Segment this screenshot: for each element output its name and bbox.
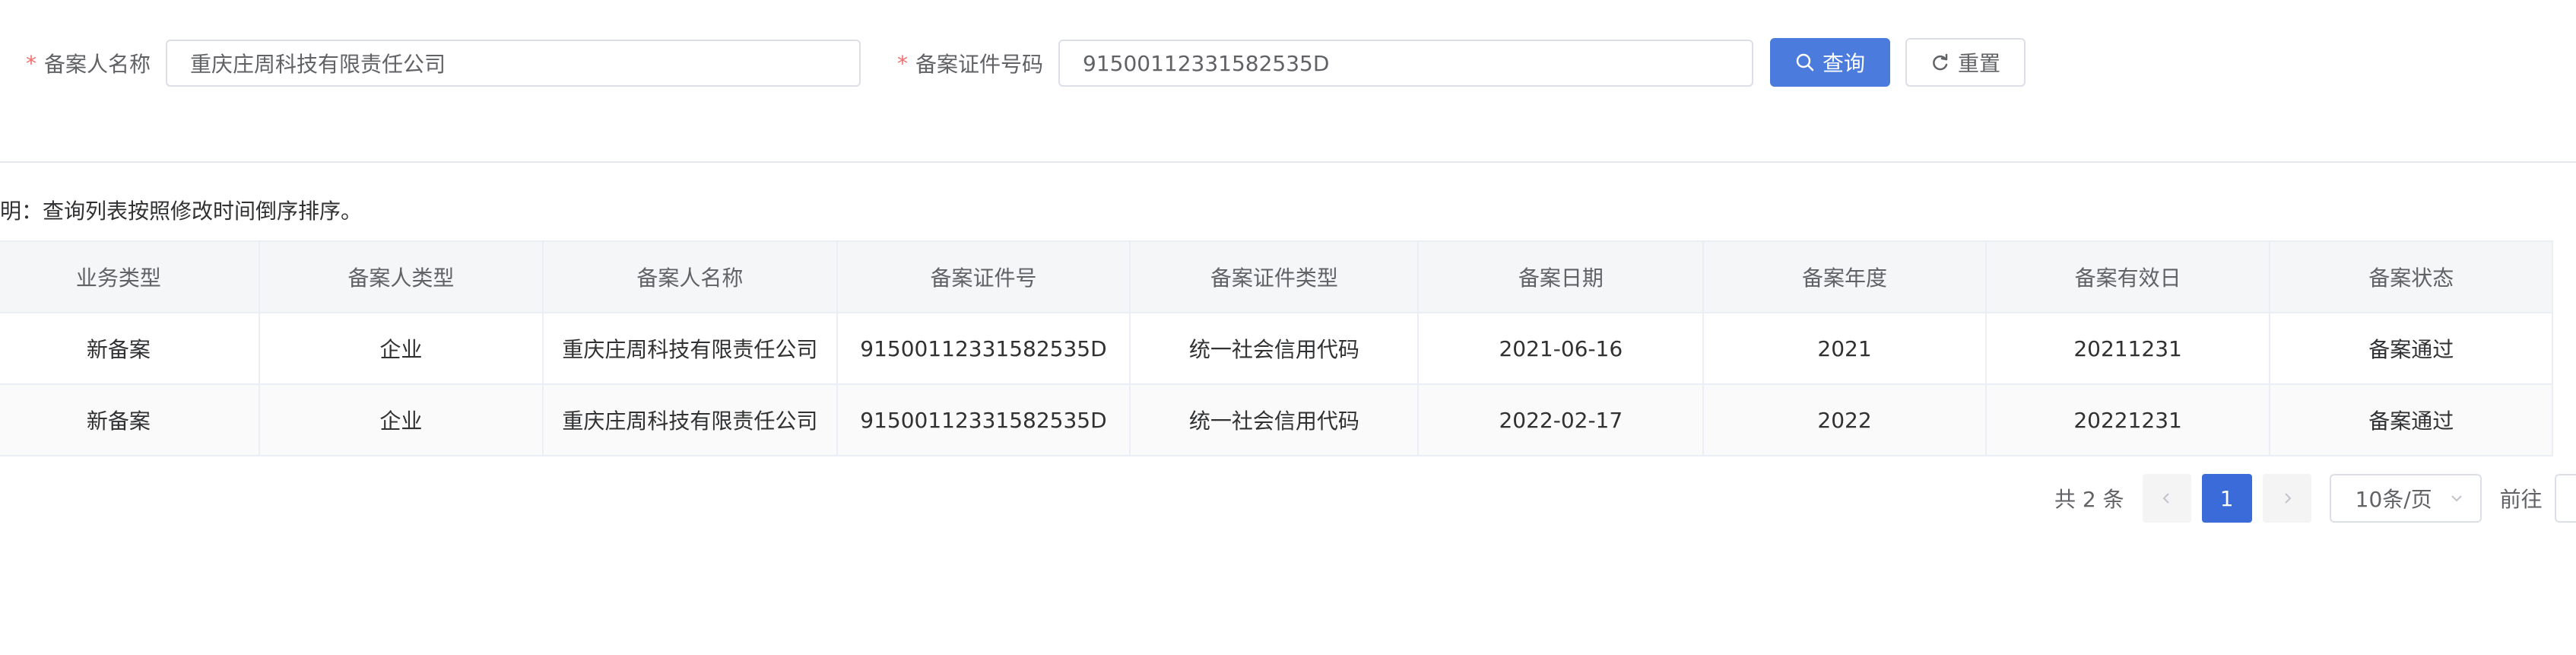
table-cell: 统一社会信用代码 <box>1129 312 1420 385</box>
table-cell: 备案通过 <box>2269 383 2553 456</box>
section-divider <box>0 161 2576 163</box>
name-label-text: 备案人名称 <box>44 52 151 77</box>
cert-label-text: 备案证件号码 <box>915 52 1044 77</box>
refresh-icon <box>1933 53 1948 71</box>
required-mark: * <box>897 50 908 76</box>
table-cell: 新备案 <box>0 383 260 456</box>
name-input[interactable]: 重庆庄周科技有限责任公司 <box>166 40 861 87</box>
search-icon <box>1796 53 1814 72</box>
table-cell: 企业 <box>258 312 544 385</box>
column-header[interactable]: 备案日期 <box>1417 240 1705 313</box>
table-header-row: 业务类型 备案人类型 备案人名称 备案证件号 备案证件类型 备案日期 备案年度 … <box>0 240 2553 313</box>
page-size-value: 10条/页 <box>2355 487 2432 512</box>
total-count: 共 2 条 <box>2054 487 2124 512</box>
table-cell: 2021-06-16 <box>1417 312 1705 385</box>
column-header[interactable]: 备案人名称 <box>542 240 838 313</box>
goto-label: 前往 <box>2499 487 2543 512</box>
table-cell: 重庆庄周科技有限责任公司 <box>542 312 838 385</box>
column-header[interactable]: 备案证件类型 <box>1129 240 1420 313</box>
column-header[interactable]: 备案证件号 <box>836 240 1131 313</box>
required-mark: * <box>26 50 36 76</box>
table-row[interactable]: 新备案 企业 重庆庄周科技有限责任公司 91500112331582535D 统… <box>0 383 2553 456</box>
name-input-value: 重庆庄周科技有限责任公司 <box>190 52 446 77</box>
column-header[interactable]: 备案有效日 <box>1984 240 2271 313</box>
table-cell: 备案通过 <box>2269 312 2553 385</box>
table-cell: 91500112331582535D <box>836 383 1131 456</box>
table-cell: 2021 <box>1702 312 1987 385</box>
table-cell: 重庆庄周科技有限责任公司 <box>542 383 838 456</box>
cert-input-value: 91500112331582535D <box>1083 50 1330 76</box>
page-size-select[interactable]: 10条/页 <box>2329 474 2482 523</box>
column-header[interactable]: 备案年度 <box>1702 240 1987 313</box>
column-header[interactable]: 备案人类型 <box>258 240 544 313</box>
table-cell: 企业 <box>258 383 544 456</box>
table-cell: 2022-02-17 <box>1417 383 1705 456</box>
sort-note: 明：查询列表按照修改时间倒序排序。 <box>0 199 363 224</box>
table-cell: 20221231 <box>1984 383 2271 456</box>
chevron-left-icon <box>2162 493 2169 504</box>
table-cell: 2022 <box>1702 383 1987 456</box>
next-page-button[interactable] <box>2262 474 2311 523</box>
page-number-active[interactable]: 1 <box>2201 474 2252 523</box>
query-button-label: 查询 <box>1822 51 1865 76</box>
table-row[interactable]: 新备案 企业 重庆庄周科技有限责任公司 91500112331582535D 统… <box>0 312 2553 385</box>
chevron-right-icon <box>2284 493 2292 504</box>
pagination: 共 2 条 1 10条/页 前往 <box>2054 473 2576 523</box>
goto-page-input[interactable] <box>2554 474 2576 523</box>
cert-number-input[interactable]: 91500112331582535D <box>1058 40 1753 87</box>
records-table: 业务类型 备案人类型 备案人名称 备案证件号 备案证件类型 备案日期 备案年度 … <box>0 240 2553 456</box>
table-cell: 91500112331582535D <box>836 312 1131 385</box>
reset-button-label: 重置 <box>1957 51 2000 76</box>
name-label: * 备案人名称 <box>26 40 151 87</box>
table-cell: 统一社会信用代码 <box>1129 383 1420 456</box>
column-header[interactable]: 业务类型 <box>0 240 260 313</box>
table-cell: 新备案 <box>0 312 260 385</box>
query-button[interactable]: 查询 <box>1770 38 1890 87</box>
chevron-down-icon <box>2451 495 2462 502</box>
column-header[interactable]: 备案状态 <box>2269 240 2553 313</box>
reset-button[interactable]: 重置 <box>1905 38 2026 87</box>
prev-page-button[interactable] <box>2142 474 2191 523</box>
cert-label: * 备案证件号码 <box>897 40 1043 87</box>
table-cell: 20211231 <box>1984 312 2271 385</box>
